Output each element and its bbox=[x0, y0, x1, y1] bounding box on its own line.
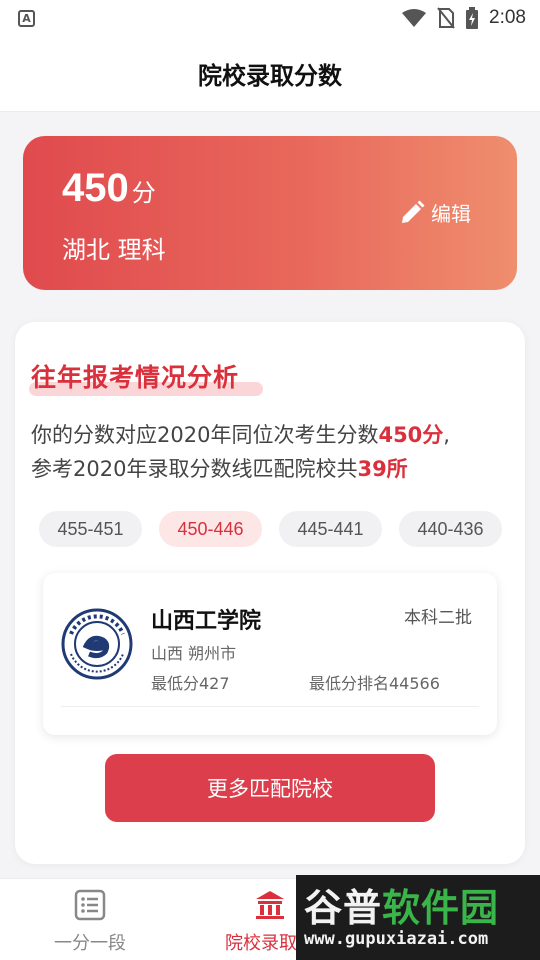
pencil-icon bbox=[402, 200, 425, 223]
school-name: 山西工学院 bbox=[151, 609, 262, 634]
section-title: 往年报考情况分析 bbox=[31, 363, 240, 392]
score-region: 湖北 理科 bbox=[62, 236, 166, 264]
watermark-title: 谷普软件园 bbox=[304, 877, 499, 932]
school-min-rank: 最低分排名44566 bbox=[309, 674, 440, 693]
range-chip-445-441[interactable]: 445-441 bbox=[279, 511, 382, 547]
score-unit: 分 bbox=[131, 179, 156, 207]
watermark-title-a: 谷普 bbox=[304, 886, 383, 930]
analysis-line1-suffix: , bbox=[443, 423, 450, 447]
page-header: 院校录取分数 bbox=[0, 36, 540, 112]
more-schools-button[interactable]: 更多匹配院校 bbox=[105, 754, 435, 822]
status-bar: A 2:08 bbox=[0, 0, 540, 36]
school-batch: 本科二批 bbox=[404, 608, 472, 628]
divider bbox=[61, 706, 479, 707]
score-range-tabs: 455-451 450-446 445-441 440-436 bbox=[39, 511, 502, 547]
matched-school-count: 39所 bbox=[357, 457, 408, 481]
school-building-icon bbox=[256, 891, 284, 919]
analysis-card: 往年报考情况分析 你的分数对应2020年同位次考生分数450分, 参考2020年… bbox=[15, 322, 525, 864]
range-chip-455-451[interactable]: 455-451 bbox=[39, 511, 142, 547]
analysis-line-2: 参考2020年录取分数线匹配院校共39所 bbox=[31, 452, 515, 486]
score-value: 450 bbox=[62, 166, 129, 210]
edit-label: 编辑 bbox=[431, 202, 471, 226]
score-line: 450 分 bbox=[62, 166, 156, 211]
status-time: 2:08 bbox=[489, 7, 526, 28]
site-watermark: 谷普软件园 www.gupuxiazai.com bbox=[296, 875, 540, 960]
school-card[interactable]: 山西工学院 本科二批 山西 朔州市 最低分427 最低分排名44566 bbox=[43, 573, 497, 735]
wifi-icon bbox=[402, 9, 427, 27]
section-title-wrap: 往年报考情况分析 bbox=[29, 358, 263, 396]
matched-score: 450分 bbox=[378, 423, 444, 447]
watermark-title-b: 软件园 bbox=[382, 886, 500, 930]
analysis-line-1: 你的分数对应2020年同位次考生分数450分, bbox=[31, 418, 515, 452]
battery-charging-icon bbox=[466, 7, 479, 29]
list-icon bbox=[74, 889, 106, 921]
analysis-line2-prefix: 参考2020年录取分数线匹配院校共 bbox=[31, 457, 358, 481]
nav-label-score-rank: 一分一段 bbox=[54, 933, 126, 954]
page-title: 院校录取分数 bbox=[198, 62, 342, 90]
range-chip-440-436[interactable]: 440-436 bbox=[399, 511, 502, 547]
nav-item-score-rank[interactable]: 一分一段 bbox=[0, 879, 180, 960]
school-seal-icon bbox=[61, 608, 133, 680]
edit-button[interactable]: 编辑 bbox=[399, 198, 471, 227]
notification-a-icon: A bbox=[18, 9, 35, 27]
score-card: 450 分 湖北 理科 编辑 bbox=[23, 136, 517, 290]
no-sim-icon bbox=[437, 7, 455, 29]
analysis-line1-prefix: 你的分数对应2020年同位次考生分数 bbox=[31, 423, 379, 447]
school-min-score: 最低分427 bbox=[151, 674, 230, 693]
analysis-text: 你的分数对应2020年同位次考生分数450分, 参考2020年录取分数线匹配院校… bbox=[31, 418, 515, 486]
school-location: 山西 朔州市 bbox=[151, 644, 237, 663]
watermark-url: www.gupuxiazai.com bbox=[304, 929, 489, 949]
range-chip-450-446[interactable]: 450-446 bbox=[159, 511, 262, 547]
notification-letter: A bbox=[22, 11, 31, 25]
